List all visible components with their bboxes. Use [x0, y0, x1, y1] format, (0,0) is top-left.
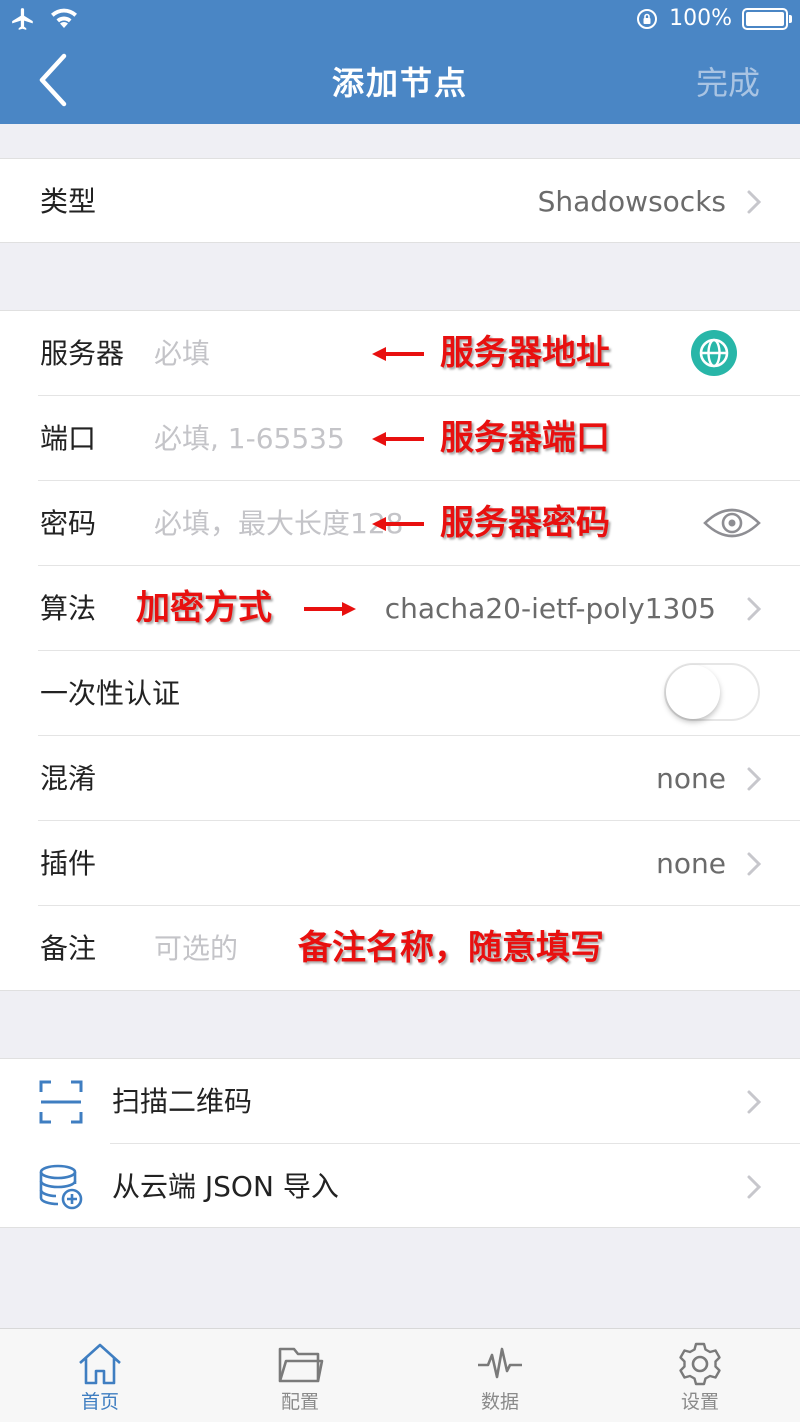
battery-percent: 100% [669, 6, 732, 31]
server-annotation: 服务器地址 [440, 333, 610, 373]
cipher-label: 算法 [40, 592, 97, 625]
remark-annotation: 备注名称，随意填写 [298, 928, 604, 968]
battery-icon [742, 7, 792, 30]
wifi-icon [51, 8, 77, 29]
remark-label: 备注 [40, 932, 97, 965]
remark-row: 备注 可选的 备注名称，随意填写 [0, 906, 800, 991]
type-value: Shadowsocks [537, 185, 726, 218]
port-row: 端口 必填, 1-65535 服务器端口 [0, 396, 800, 481]
port-label: 端口 [40, 422, 97, 455]
type-label: 类型 [40, 185, 97, 218]
port-annotation: 服务器端口 [440, 418, 610, 458]
scan-qr-row[interactable]: 扫描二维码 [0, 1059, 800, 1144]
tab-data-label: 数据 [480, 1391, 519, 1413]
chevron-right-icon [747, 597, 762, 621]
obfs-row[interactable]: 混淆 none [0, 736, 800, 821]
password-input[interactable]: 必填，最大长度128 [154, 481, 403, 566]
home-icon [79, 1343, 121, 1385]
navigation-bar: 100% 添加节点 完成 [0, 0, 800, 124]
airplane-icon [12, 8, 33, 30]
tab-bar: 首页 配置 数据 设置 [0, 1328, 800, 1422]
pulse-icon [478, 1347, 522, 1379]
type-group: 类型 Shadowsocks [0, 158, 800, 243]
status-bar: 100% [0, 0, 800, 40]
chevron-right-icon [747, 1175, 762, 1199]
annotation-arrow [372, 432, 424, 446]
chevron-right-icon [747, 852, 762, 876]
done-button[interactable]: 完成 [696, 58, 760, 104]
chevron-right-icon [747, 190, 762, 214]
password-annotation: 服务器密码 [440, 481, 614, 566]
cloud-json-row[interactable]: 从云端 JSON 导入 [0, 1144, 800, 1229]
rotation-lock-icon [637, 8, 658, 29]
tab-settings-label: 设置 [680, 1391, 719, 1413]
gear-icon [679, 1342, 721, 1386]
cipher-value: chacha20-ietf-poly1305 [384, 592, 716, 625]
ota-row: 一次性认证 [0, 651, 800, 736]
eye-icon[interactable] [702, 503, 762, 543]
annotation-arrow [304, 602, 356, 616]
tab-settings[interactable]: 设置 [600, 1329, 800, 1422]
cipher-annotation: 加密方式 [136, 588, 272, 628]
chevron-right-icon [747, 767, 762, 791]
obfs-value: none [656, 762, 726, 795]
page-title: 添加节点 [331, 64, 468, 102]
password-row: 密码 必填，最大长度128 服务器密码 [0, 481, 800, 566]
tab-home[interactable]: 首页 [0, 1329, 200, 1422]
ota-label: 一次性认证 [40, 677, 181, 710]
server-row: 服务器 必填 服务器地址 [0, 311, 800, 396]
toggle-knob [666, 665, 720, 719]
folder-icon [278, 1347, 324, 1383]
port-input[interactable]: 必填, 1-65535 [154, 396, 345, 481]
qr-scan-icon [39, 1080, 83, 1124]
scan-qr-label: 扫描二维码 [112, 1085, 253, 1118]
annotation-arrow [372, 517, 424, 531]
cloud-database-icon [39, 1164, 83, 1210]
plugin-value: none [656, 847, 726, 880]
cipher-row[interactable]: 算法 加密方式 chacha20-ietf-poly1305 [0, 566, 800, 651]
plugin-row[interactable]: 插件 none [0, 821, 800, 906]
server-label: 服务器 [40, 337, 125, 370]
server-form: 服务器 必填 服务器地址 端口 必填, 1-65535 服务器端口 密码 必填，… [0, 310, 800, 991]
import-actions: 扫描二维码 从云端 JSON 导入 [0, 1058, 800, 1228]
server-input[interactable]: 必填 [154, 311, 210, 396]
annotation-arrow [372, 347, 424, 361]
globe-icon[interactable] [690, 329, 738, 377]
chevron-right-icon [747, 1090, 762, 1114]
tab-config-label: 配置 [280, 1391, 319, 1413]
remark-input[interactable]: 可选的 [154, 906, 238, 991]
obfs-label: 混淆 [40, 762, 97, 795]
tab-config[interactable]: 配置 [200, 1329, 400, 1422]
ota-toggle[interactable] [664, 663, 760, 721]
plugin-label: 插件 [40, 847, 97, 880]
tab-data[interactable]: 数据 [400, 1329, 600, 1422]
password-label: 密码 [40, 507, 97, 540]
tab-home-label: 首页 [80, 1391, 119, 1413]
type-row[interactable]: 类型 Shadowsocks [0, 159, 800, 244]
cloud-json-label: 从云端 JSON 导入 [112, 1170, 339, 1203]
